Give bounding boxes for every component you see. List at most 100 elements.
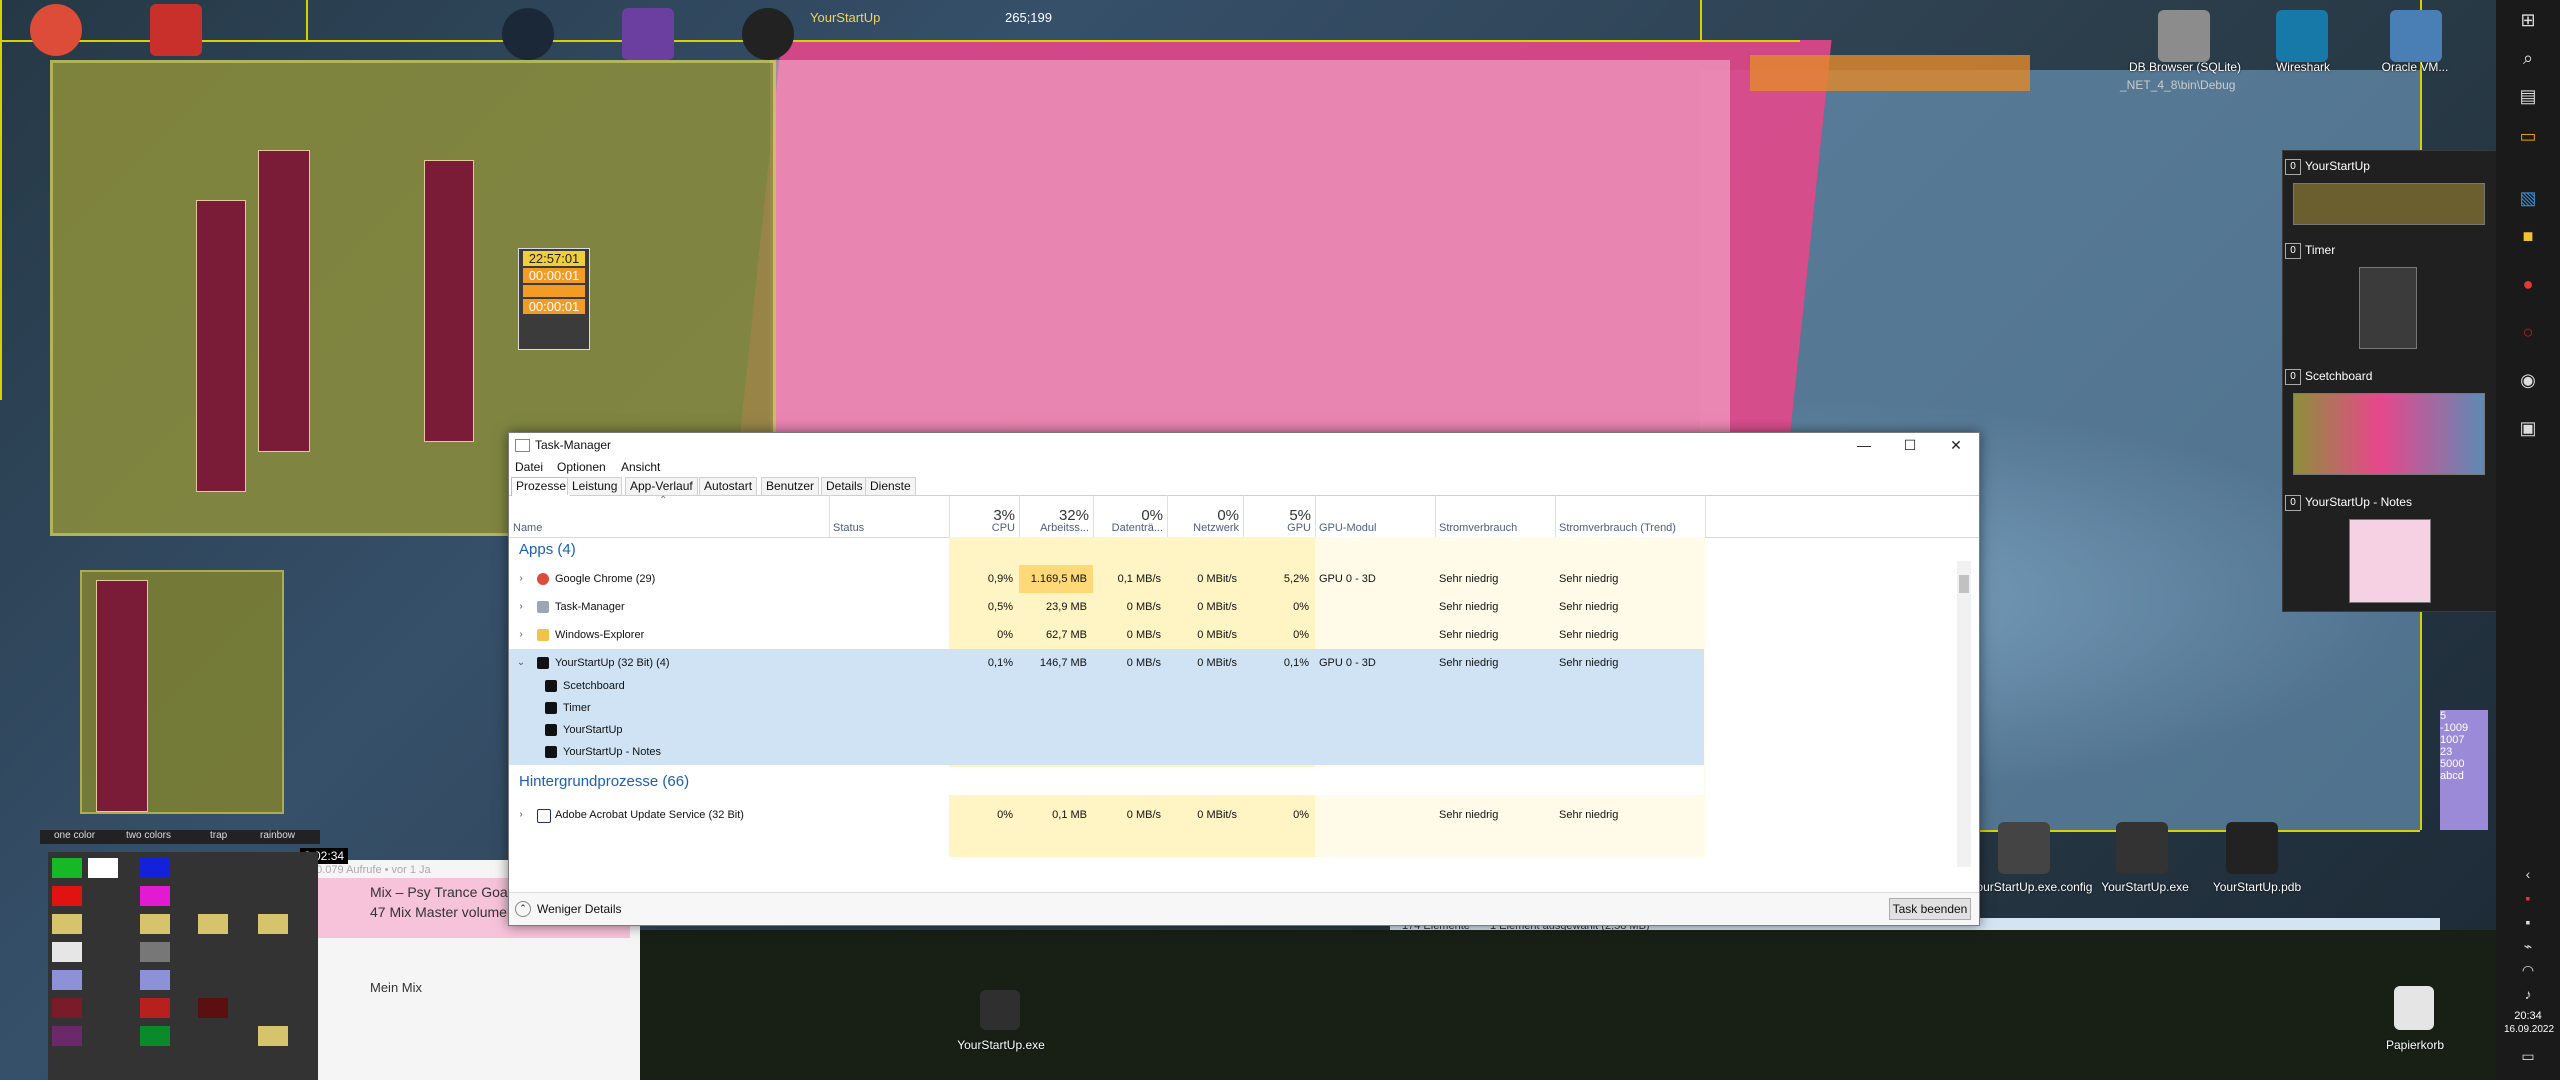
swatch[interactable] xyxy=(140,998,170,1018)
acrobat-icon[interactable] xyxy=(150,4,202,56)
col-power-trend[interactable]: Stromverbrauch (Trend) xyxy=(1555,495,1706,537)
swatch[interactable] xyxy=(52,998,82,1018)
swatch[interactable] xyxy=(52,970,82,990)
col-cpu[interactable]: 3% CPU xyxy=(949,495,1020,537)
recycle-bin-icon[interactable] xyxy=(2394,986,2434,1030)
wireshark-icon[interactable] xyxy=(2276,10,2328,62)
child-row[interactable]: Timer xyxy=(509,697,1704,719)
swatch[interactable] xyxy=(140,858,170,878)
chevron-down-icon[interactable]: ⌄ xyxy=(515,649,527,677)
tab-autostart[interactable]: Autostart xyxy=(699,477,758,495)
pdb-file-icon[interactable] xyxy=(2226,822,2278,874)
table-row[interactable]: › Task-Manager 0,5% 23,9 MB 0 MB/s 0 MBi… xyxy=(509,593,1704,621)
swatch[interactable] xyxy=(52,914,82,934)
child-row[interactable]: Scetchboard xyxy=(509,675,1704,697)
color-option[interactable]: rainbow xyxy=(260,830,295,841)
opera-icon[interactable]: ○ xyxy=(2514,318,2542,346)
title-bar[interactable]: Task-Manager — ☐ ✕ xyxy=(509,433,1979,457)
clock-time[interactable]: 20:34 xyxy=(2510,1010,2546,1022)
task-view-icon[interactable]: ▤ xyxy=(2514,82,2542,110)
group-apps[interactable]: Apps (4) xyxy=(519,541,576,558)
col-status[interactable]: Status xyxy=(829,495,950,537)
mix-label[interactable]: Mein Mix xyxy=(370,980,422,995)
swatch[interactable] xyxy=(140,914,170,934)
col-memory[interactable]: 32% Arbeitss... xyxy=(1019,495,1094,537)
chevron-right-icon[interactable]: › xyxy=(515,801,527,829)
table-row[interactable]: › Windows-Explorer 0% 62,7 MB 0 MB/s 0 M… xyxy=(509,621,1704,649)
number-item[interactable]: 1007 xyxy=(2440,734,2488,746)
steam-icon[interactable] xyxy=(502,8,554,60)
app-icon[interactable]: ▣ xyxy=(2514,414,2542,442)
unreal-icon[interactable] xyxy=(742,8,794,60)
chrome-taskbar-icon[interactable]: ● xyxy=(2514,270,2542,298)
swatch[interactable] xyxy=(52,858,82,878)
scrollbar-thumb[interactable] xyxy=(1959,575,1969,593)
chrome-icon[interactable] xyxy=(30,4,82,56)
chevron-right-icon[interactable]: › xyxy=(515,621,527,649)
thumb-timer[interactable] xyxy=(2359,267,2417,349)
table-row[interactable]: › Adobe Acrobat Update Service (32 Bit) … xyxy=(509,801,1704,829)
start-icon[interactable]: ⊞ xyxy=(2514,6,2542,34)
table-row-selected[interactable]: ⌄ YourStartUp (32 Bit) (4) 0,1% 146,7 MB… xyxy=(509,649,1704,677)
number-item[interactable]: 5 xyxy=(2440,710,2488,722)
chevron-up-icon[interactable]: ⌃ xyxy=(515,901,531,917)
clock-date[interactable]: 16.09.2022 xyxy=(2504,1024,2554,1035)
swatch[interactable] xyxy=(258,1026,288,1046)
end-task-button[interactable]: Task beenden xyxy=(1889,898,1971,920)
swatch[interactable] xyxy=(88,858,118,878)
col-disk[interactable]: 0% Datenträ... xyxy=(1093,495,1168,537)
color-option[interactable]: two colors xyxy=(126,830,171,841)
table-row[interactable]: › Google Chrome (29) 0,9% 1.169,5 MB 0,1… xyxy=(509,565,1704,593)
col-power[interactable]: Stromverbrauch xyxy=(1435,495,1556,537)
col-gpu-module[interactable]: GPU-Modul xyxy=(1315,495,1436,537)
menu-optionen[interactable]: Optionen xyxy=(557,460,606,474)
swatch[interactable] xyxy=(52,1026,82,1046)
yourstartup-taskbar-icon[interactable]: ▭ xyxy=(2514,122,2542,150)
fewer-details-link[interactable]: Weniger Details xyxy=(537,902,621,916)
tab-app-verlauf[interactable]: App-Verlauf xyxy=(625,477,698,495)
exe-file-icon[interactable] xyxy=(2116,822,2168,874)
volume-icon[interactable]: ♪ xyxy=(2514,980,2542,1008)
number-item[interactable]: 5000 xyxy=(2440,758,2488,770)
swatch[interactable] xyxy=(198,914,228,934)
visual-studio-icon[interactable] xyxy=(622,8,674,60)
tab-benutzer[interactable]: Benutzer xyxy=(761,477,820,495)
notification-icon[interactable]: ▭ xyxy=(2514,1042,2542,1070)
maximize-button[interactable]: ☐ xyxy=(1887,433,1933,457)
number-item[interactable]: abcd xyxy=(2440,770,2488,782)
network-icon[interactable]: ▧ xyxy=(2514,184,2542,212)
tab-dienste[interactable]: Dienste xyxy=(865,477,916,495)
thumb-yourstartup[interactable] xyxy=(2293,183,2485,225)
chevron-right-icon[interactable]: › xyxy=(515,593,527,621)
virtualbox-icon[interactable] xyxy=(2390,10,2442,62)
number-item[interactable]: -1009 xyxy=(2440,722,2488,734)
swatch[interactable] xyxy=(140,970,170,990)
col-gpu[interactable]: 5% GPU xyxy=(1243,495,1316,537)
color-option[interactable]: one color xyxy=(54,830,95,841)
app-icon[interactable]: ◉ xyxy=(2514,366,2542,394)
db-browser-icon[interactable] xyxy=(2158,10,2210,62)
yourstartup-exe-icon[interactable] xyxy=(980,990,1020,1030)
menu-ansicht[interactable]: Ansicht xyxy=(621,460,660,474)
col-name[interactable]: Name xyxy=(509,495,830,537)
minimize-button[interactable]: — xyxy=(1841,433,1887,457)
child-row[interactable]: YourStartUp - Notes xyxy=(509,741,1704,763)
swatch[interactable] xyxy=(140,1026,170,1046)
config-file-icon[interactable] xyxy=(1998,822,2050,874)
scrollbar[interactable] xyxy=(1957,561,1971,867)
menu-datei[interactable]: Datei xyxy=(515,460,543,474)
tab-leistung[interactable]: Leistung xyxy=(567,477,623,495)
child-row[interactable]: YourStartUp xyxy=(509,719,1704,741)
tab-details[interactable]: Details xyxy=(821,477,868,495)
swatch[interactable] xyxy=(140,886,170,906)
thumb-scetchboard[interactable] xyxy=(2293,393,2485,475)
tab-prozesse[interactable]: Prozesse xyxy=(511,477,572,496)
search-icon[interactable]: ⌕ xyxy=(2514,44,2542,72)
file-explorer-icon[interactable]: ■ xyxy=(2514,222,2542,250)
thumb-notes[interactable] xyxy=(2349,519,2431,603)
col-network[interactable]: 0% Netzwerk xyxy=(1167,495,1244,537)
chevron-right-icon[interactable]: › xyxy=(515,565,527,593)
color-option[interactable]: trap xyxy=(210,830,227,841)
close-button[interactable]: ✕ xyxy=(1933,433,1979,457)
swatch[interactable] xyxy=(198,998,228,1018)
